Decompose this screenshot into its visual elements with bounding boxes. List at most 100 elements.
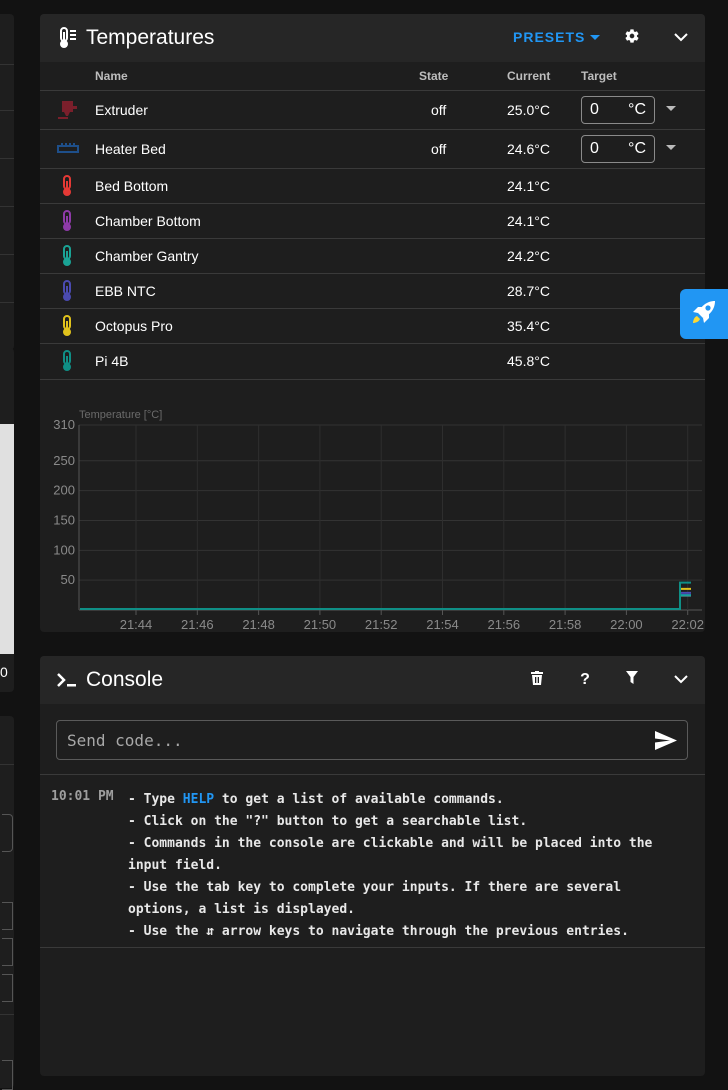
temperatures-title: Temperatures <box>86 26 215 49</box>
x-tick-label: 22:00 <box>610 617 643 631</box>
x-tick-label: 21:48 <box>242 617 275 631</box>
sensor-current: 24.1°C <box>507 178 550 194</box>
cut-off-value: 0 <box>0 664 8 680</box>
extruder-preset-dropdown[interactable] <box>666 104 676 115</box>
x-tick-label: 21:44 <box>120 617 153 631</box>
chevron-down-icon <box>674 29 688 47</box>
sensor-current: 35.4°C <box>507 318 550 334</box>
console-title: Console <box>86 668 164 691</box>
left-panel-stub-1 <box>0 14 14 350</box>
temperature-settings-button[interactable] <box>620 26 644 50</box>
console-prompt-icon <box>56 669 78 691</box>
x-tick-label: 21:54 <box>426 617 459 631</box>
sensor-name: Chamber Bottom <box>95 213 201 229</box>
table-row-sensor: EBB NTC 28.7°C <box>40 273 705 309</box>
heater-current: 24.6°C <box>507 141 550 157</box>
extruder-icon[interactable] <box>56 98 80 125</box>
clear-console-button[interactable] <box>525 668 549 692</box>
filter-icon <box>626 671 638 689</box>
column-current: Current <box>507 69 551 83</box>
extruder-target-input[interactable]: 0 °C <box>581 96 655 124</box>
heater-bed-target-input[interactable]: 0 °C <box>581 135 655 163</box>
sensor-current: 24.1°C <box>507 213 550 229</box>
thermometer-lines-icon <box>56 27 78 49</box>
table-row-sensor: Octopus Pro 35.4°C <box>40 308 705 344</box>
console-log-entry: 10:01 PM - Type HELP to get a list of av… <box>40 774 705 948</box>
console-filter-button[interactable] <box>620 668 644 692</box>
heater-bed-preset-dropdown[interactable] <box>666 143 676 154</box>
thermometer-icon[interactable] <box>60 315 74 340</box>
sensor-name: Pi 4B <box>95 353 129 369</box>
log-message: - Type HELP to get a list of available c… <box>128 789 688 943</box>
temperatures-header: Temperatures PRESETS <box>40 14 705 62</box>
collapse-temperatures-button[interactable] <box>669 26 693 50</box>
table-row-sensor: Chamber Gantry 24.2°C <box>40 238 705 274</box>
x-tick-label: 21:46 <box>181 617 214 631</box>
caret-down-icon <box>589 29 601 45</box>
y-tick-label: 310 <box>53 417 75 432</box>
y-axis-label: Temperature [°C] <box>79 409 162 421</box>
heater-current: 25.0°C <box>507 102 550 118</box>
heater-bed-icon[interactable] <box>56 140 80 161</box>
trash-icon <box>531 670 543 690</box>
table-row-sensor: Chamber Bottom 24.1°C <box>40 203 705 239</box>
table-row-sensor: Bed Bottom 24.1°C <box>40 168 705 204</box>
sensor-name: EBB NTC <box>95 283 156 299</box>
heater-name: Extruder <box>95 102 148 118</box>
console-help-button[interactable]: ? <box>573 668 597 692</box>
send-code-input[interactable] <box>57 729 655 751</box>
series-line <box>80 594 691 610</box>
thermometer-icon[interactable] <box>60 175 74 200</box>
column-target: Target <box>581 69 617 83</box>
column-name: Name <box>95 69 128 83</box>
presets-label: PRESETS <box>513 29 586 45</box>
sensor-name: Chamber Gantry <box>95 248 199 264</box>
target-value: 0 <box>590 140 599 157</box>
table-row-heater-bed: Heater Bed off 24.6°C 0 °C <box>40 129 705 169</box>
thermometer-icon[interactable] <box>60 280 74 305</box>
thermometer-icon[interactable] <box>60 245 74 270</box>
target-unit: °C <box>628 140 646 157</box>
x-tick-label: 21:52 <box>365 617 398 631</box>
collapse-console-button[interactable] <box>669 668 693 692</box>
temperature-chart[interactable]: Temperature [°C] 310 250 200 150 100 50 21:44 21… <box>40 369 705 632</box>
sensor-current: 24.2°C <box>507 248 550 264</box>
thermometer-icon[interactable] <box>60 210 74 235</box>
target-unit: °C <box>628 101 646 118</box>
series-line <box>80 594 691 610</box>
x-tick-label: 22:02 <box>671 617 704 631</box>
rocket-launcher-button[interactable] <box>680 289 728 339</box>
temperatures-panel: Temperatures PRESETS Name State Current … <box>40 14 705 632</box>
heater-state: off <box>431 102 447 118</box>
log-timestamp: 10:01 PM <box>51 789 114 804</box>
sensor-current: 28.7°C <box>507 283 550 299</box>
series-line <box>80 591 691 610</box>
send-code-field <box>56 720 688 760</box>
log-text: to get a list of available commands. <box>214 792 504 807</box>
x-tick-label: 21:56 <box>488 617 521 631</box>
heater-name: Heater Bed <box>95 141 166 157</box>
temperature-chart-svg: Temperature [°C] 310 250 200 150 100 50 21:44 21… <box>53 409 704 632</box>
sensor-current: 45.8°C <box>507 353 550 369</box>
series-line <box>80 594 691 610</box>
send-icon[interactable] <box>655 730 677 750</box>
y-tick-label: 250 <box>53 453 75 468</box>
log-text: - Type <box>128 792 183 807</box>
help-command-link[interactable]: HELP <box>183 792 214 807</box>
gear-icon <box>624 28 640 49</box>
sensor-name: Bed Bottom <box>95 178 169 194</box>
sensor-name: Octopus Pro <box>95 318 173 334</box>
column-state: State <box>419 69 449 83</box>
left-panel-stub-3 <box>0 716 14 1090</box>
y-tick-label: 50 <box>61 572 75 587</box>
table-row-extruder: Extruder off 25.0°C 0 °C <box>40 90 705 130</box>
table-header: Name State Current Target <box>40 62 705 89</box>
heater-state: off <box>431 141 447 157</box>
series-line <box>80 581 691 610</box>
left-panel-stub-2: 0 <box>0 348 14 692</box>
x-tick-label: 21:50 <box>304 617 337 631</box>
y-tick-label: 200 <box>53 483 75 498</box>
chevron-down-icon <box>674 671 688 689</box>
presets-dropdown-button[interactable]: PRESETS <box>513 29 601 45</box>
y-tick-label: 150 <box>53 512 75 527</box>
